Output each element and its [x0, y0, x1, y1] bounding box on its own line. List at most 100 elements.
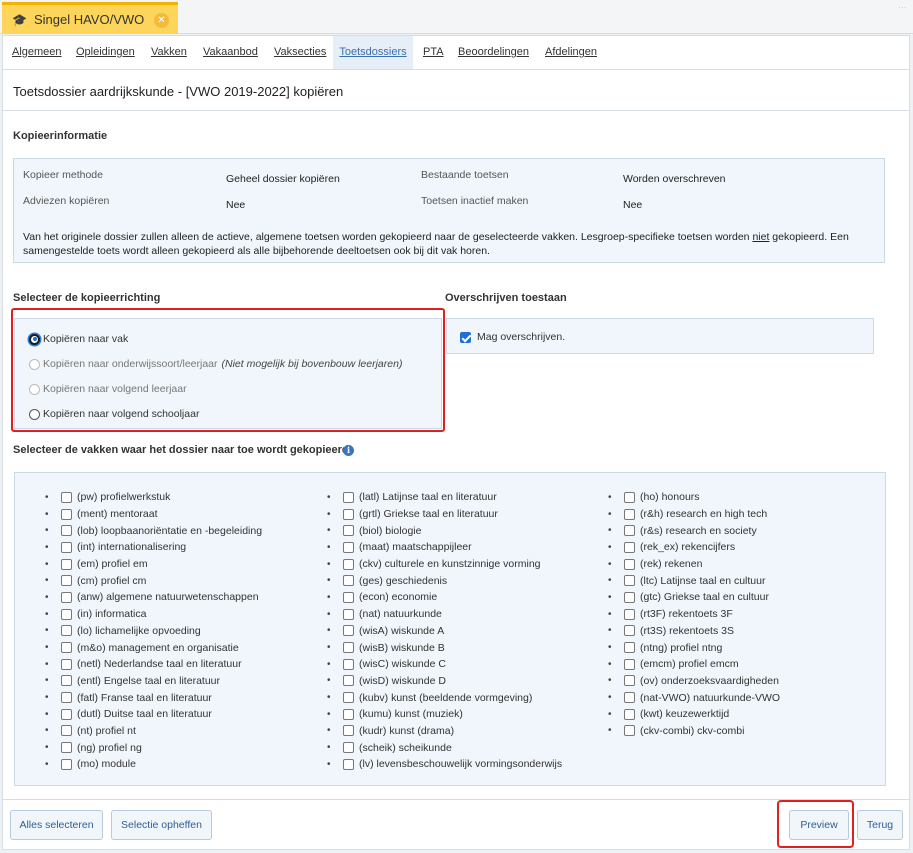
vak-checkbox[interactable]	[61, 742, 72, 754]
vak-item[interactable]: • (wisB) wiskunde B	[327, 639, 562, 656]
vak-item[interactable]: • (ckv-combi) ckv-combi	[608, 723, 780, 740]
vak-item[interactable]: • (int) internationalisering	[45, 539, 262, 556]
vak-item[interactable]: • (netl) Nederlandse taal en literatuur	[45, 656, 262, 673]
terug-button[interactable]: Terug	[857, 810, 903, 840]
main-tab[interactable]: 🎓 Singel HAVO/VWO ✕	[2, 2, 178, 34]
vak-item[interactable]: • (scheik) scheikunde	[327, 739, 562, 756]
vak-checkbox[interactable]	[343, 558, 354, 570]
vak-checkbox[interactable]	[61, 608, 72, 620]
vak-checkbox[interactable]	[624, 558, 635, 570]
vak-checkbox[interactable]	[61, 558, 72, 570]
vak-checkbox[interactable]	[61, 725, 72, 737]
vak-item[interactable]: • (kubv) kunst (beeldende vormgeving)	[327, 689, 562, 706]
vak-item[interactable]: • (wisA) wiskunde A	[327, 623, 562, 640]
vak-item[interactable]: • (nt) profiel nt	[45, 723, 262, 740]
vak-item[interactable]: • (r&s) research en society	[608, 522, 780, 539]
vak-checkbox[interactable]	[61, 591, 72, 603]
vak-item[interactable]: • (gtc) Griekse taal en cultuur	[608, 589, 780, 606]
vak-item[interactable]: • (ho) honours	[608, 489, 780, 506]
vak-item[interactable]: • (ment) mentoraat	[45, 506, 262, 523]
vak-checkbox[interactable]	[343, 591, 354, 603]
vak-item[interactable]: • (in) informatica	[45, 606, 262, 623]
vak-item[interactable]: • (ntng) profiel ntng	[608, 639, 780, 656]
vak-item[interactable]: • (econ) economie	[327, 589, 562, 606]
vak-checkbox[interactable]	[61, 491, 72, 503]
vak-item[interactable]: • (wisC) wiskunde C	[327, 656, 562, 673]
vak-item[interactable]: • (ltc) Latijnse taal en cultuur	[608, 572, 780, 589]
vak-checkbox[interactable]	[624, 658, 635, 670]
vak-checkbox[interactable]	[343, 491, 354, 503]
vak-checkbox[interactable]	[624, 675, 635, 687]
info-icon[interactable]: i	[343, 445, 354, 456]
vak-checkbox[interactable]	[624, 541, 635, 553]
vak-item[interactable]: • (rt3S) rekentoets 3S	[608, 623, 780, 640]
alles-selecteren-button[interactable]: Alles selecteren	[10, 810, 103, 840]
vak-item[interactable]: • (lo) lichamelijke opvoeding	[45, 623, 262, 640]
vak-checkbox[interactable]	[624, 491, 635, 503]
vak-checkbox[interactable]	[61, 658, 72, 670]
subnav-toetsdossiers[interactable]: Toetsdossiers	[333, 36, 413, 69]
vak-checkbox[interactable]	[343, 642, 354, 654]
vak-checkbox[interactable]	[343, 675, 354, 687]
vak-item[interactable]: • (grtl) Griekse taal en literatuur	[327, 506, 562, 523]
vak-checkbox[interactable]	[61, 625, 72, 637]
vak-item[interactable]: • (anw) algemene natuurwetenschappen	[45, 589, 262, 606]
vak-item[interactable]: • (emcm) profiel emcm	[608, 656, 780, 673]
vak-item[interactable]: • (lob) loopbaanoriëntatie en -begeleidin…	[45, 522, 262, 539]
subnav-beoordelingen[interactable]: Beoordelingen	[458, 36, 529, 69]
vak-item[interactable]: • (ov) onderzoeksvaardigheden	[608, 673, 780, 690]
vak-checkbox[interactable]	[343, 742, 354, 754]
vak-item[interactable]: • (rt3F) rekentoets 3F	[608, 606, 780, 623]
vak-checkbox[interactable]	[624, 575, 635, 587]
vak-item[interactable]: • (m&o) management en organisatie	[45, 639, 262, 656]
vak-checkbox[interactable]	[624, 591, 635, 603]
subnav-algemeen[interactable]: Algemeen	[12, 36, 62, 69]
vak-checkbox[interactable]	[624, 725, 635, 737]
vak-checkbox[interactable]	[343, 758, 354, 770]
vak-checkbox[interactable]	[61, 508, 72, 520]
vak-item[interactable]: • (nat-VWO) natuurkunde-VWO	[608, 689, 780, 706]
vak-checkbox[interactable]	[624, 625, 635, 637]
close-tab-icon[interactable]: ✕	[154, 13, 169, 28]
vak-checkbox[interactable]	[343, 692, 354, 704]
subnav-afdelingen[interactable]: Afdelingen	[545, 36, 597, 69]
vak-item[interactable]: • (pw) profielwerkstuk	[45, 489, 262, 506]
vak-checkbox[interactable]	[61, 758, 72, 770]
vak-checkbox[interactable]	[624, 608, 635, 620]
vak-item[interactable]: • (fatl) Franse taal en literatuur	[45, 689, 262, 706]
mag-overschrijven-checkbox[interactable]	[460, 331, 471, 343]
vak-checkbox[interactable]	[343, 608, 354, 620]
vak-item[interactable]: • (ng) profiel ng	[45, 739, 262, 756]
vak-item[interactable]: • (latl) Latijnse taal en literatuur	[327, 489, 562, 506]
vak-checkbox[interactable]	[624, 708, 635, 720]
subnav-vakken[interactable]: Vakken	[151, 36, 187, 69]
selectie-opheffen-button[interactable]: Selectie opheffen	[111, 810, 212, 840]
vak-item[interactable]: • (em) profiel em	[45, 556, 262, 573]
vak-checkbox[interactable]	[624, 508, 635, 520]
vak-checkbox[interactable]	[61, 642, 72, 654]
vak-checkbox[interactable]	[61, 675, 72, 687]
vak-item[interactable]: • (cm) profiel cm	[45, 572, 262, 589]
vak-item[interactable]: • (rek) rekenen	[608, 556, 780, 573]
vak-checkbox[interactable]	[343, 541, 354, 553]
vak-checkbox[interactable]	[343, 508, 354, 520]
subnav-opleidingen[interactable]: Opleidingen	[76, 36, 135, 69]
vak-item[interactable]: • (kumu) kunst (muziek)	[327, 706, 562, 723]
vak-item[interactable]: • (rek_ex) rekencijfers	[608, 539, 780, 556]
vak-checkbox[interactable]	[624, 692, 635, 704]
vak-item[interactable]: • (lv) levensbeschouwelijk vormingsonderw…	[327, 756, 562, 773]
vak-item[interactable]: • (entl) Engelse taal en literatuur	[45, 673, 262, 690]
overschrijven-row[interactable]: Mag overschrijven.	[460, 331, 565, 343]
vak-checkbox[interactable]	[624, 642, 635, 654]
vak-item[interactable]: • (kwt) keuzewerktijd	[608, 706, 780, 723]
vak-checkbox[interactable]	[343, 725, 354, 737]
subnav-vakaanbod[interactable]: Vakaanbod	[203, 36, 258, 69]
vak-checkbox[interactable]	[343, 625, 354, 637]
subnav-vaksecties[interactable]: Vaksecties	[274, 36, 326, 69]
vak-checkbox[interactable]	[343, 658, 354, 670]
vak-item[interactable]: • (maat) maatschappijleer	[327, 539, 562, 556]
vak-item[interactable]: • (biol) biologie	[327, 522, 562, 539]
vak-item[interactable]: • (wisD) wiskunde D	[327, 673, 562, 690]
vak-checkbox[interactable]	[343, 708, 354, 720]
vak-item[interactable]: • (ges) geschiedenis	[327, 572, 562, 589]
